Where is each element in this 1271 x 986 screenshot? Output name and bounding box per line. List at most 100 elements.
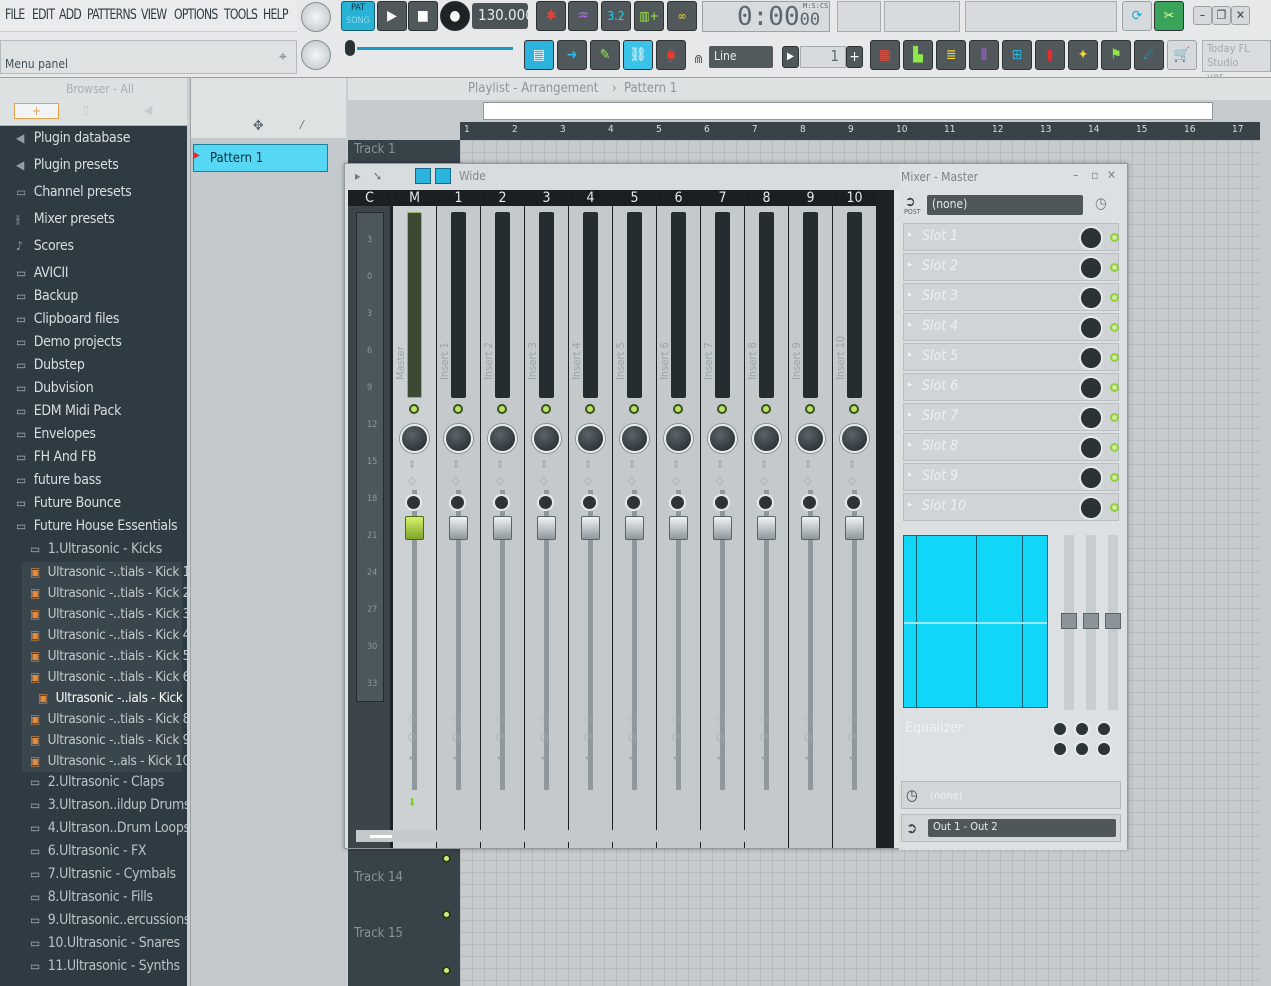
tempo-display[interactable]: 130.000 — [472, 3, 534, 29]
swap-lr-icon[interactable]: ◇ — [804, 474, 812, 487]
wait-input-button[interactable]: ♒ — [568, 1, 598, 31]
stereo-knob[interactable] — [493, 494, 510, 511]
news-panel[interactable]: Today FL Studio ver... — [1202, 40, 1271, 83]
slot-enable-led[interactable] — [1110, 383, 1119, 392]
touch-icon[interactable]: ☄ — [1134, 40, 1164, 70]
record-arm-icon[interactable]: ◌ — [584, 712, 593, 725]
slot-enable-led[interactable] — [1110, 443, 1119, 452]
route-dot-icon[interactable]: • — [848, 752, 854, 765]
effect-slot[interactable]: ▸ Slot 4 — [903, 313, 1119, 341]
draw-tool-button[interactable]: ✎ — [590, 40, 620, 70]
prev-pattern-button[interactable]: ▶ — [782, 46, 799, 68]
record-arm-icon[interactable]: ◌ — [540, 712, 549, 725]
strip-enable-led[interactable] — [717, 404, 727, 414]
effect-slot[interactable]: ▸ Slot 2 — [903, 253, 1119, 281]
slot-enable-led[interactable] — [1110, 473, 1119, 482]
pan-knob[interactable] — [576, 424, 605, 453]
latency-icon[interactable]: ◷ — [452, 730, 461, 743]
slot-enable-led[interactable] — [1110, 263, 1119, 272]
piano-roll-button[interactable]: ➜ — [557, 40, 587, 70]
insert-strip-3[interactable]: 3 Insert 3 ⇕ ◇ ◌ ◷ • — [525, 190, 568, 848]
effect-slot[interactable]: ▸ Slot 10 — [903, 493, 1119, 521]
browser-item[interactable]: ▭ future bass — [16, 472, 102, 494]
slot-mix-knob[interactable] — [1079, 286, 1103, 310]
volume-fader[interactable] — [405, 516, 424, 540]
menu-patterns[interactable]: PATTERNS — [87, 7, 137, 23]
latency-icon[interactable]: ◷ — [496, 730, 505, 743]
stereo-separation-icon[interactable]: ⇕ — [716, 458, 724, 471]
insert-strip-6[interactable]: 6 Insert 6 ⇕ ◇ ◌ ◷ • — [657, 190, 700, 848]
browser-file-icon[interactable]: ▯ — [83, 103, 89, 117]
track-16-led[interactable] — [442, 966, 451, 975]
stop-button[interactable]: ■ — [408, 1, 438, 31]
browser-item[interactable]: ♪ Scores — [16, 238, 74, 260]
restore-window-button[interactable]: ❐ — [1212, 6, 1231, 25]
mixer-view-wide-button[interactable] — [415, 168, 431, 184]
plugin-picker-icon[interactable]: ✂ — [1154, 1, 1184, 31]
route-dot-icon[interactable]: • — [804, 752, 810, 765]
stereo-knob[interactable] — [757, 494, 774, 511]
pan-knob[interactable] — [840, 424, 869, 453]
pan-knob[interactable] — [796, 424, 825, 453]
stereo-separation-icon[interactable]: ⇕ — [496, 458, 504, 471]
snap-select[interactable]: Line — [709, 46, 773, 68]
route-dot-icon[interactable]: • — [496, 752, 502, 765]
stereo-knob[interactable] — [537, 494, 554, 511]
slot-enable-led[interactable] — [1110, 293, 1119, 302]
piano-roll-window-icon[interactable]: ▙ — [903, 40, 933, 70]
browser-item[interactable]: ▭ Clipboard files — [16, 311, 119, 333]
browser-item[interactable]: ▭ 3.Ultrason..ildup Drums — [30, 797, 187, 819]
slot-mix-knob[interactable] — [1079, 346, 1103, 370]
slot-enable-led[interactable] — [1110, 503, 1119, 512]
pan-knob[interactable] — [488, 424, 517, 453]
slot-mix-knob[interactable] — [1079, 316, 1103, 340]
mixer-tool-icon[interactable]: ➘ — [373, 169, 382, 183]
insert-strip-1[interactable]: 1 Insert 1 ⇕ ◇ ◌ ◷ • — [437, 190, 480, 848]
slot-enable-led[interactable] — [1110, 413, 1119, 422]
route-dot-icon[interactable]: • — [408, 752, 414, 765]
output-select[interactable]: Out 1 - Out 2 — [928, 819, 1116, 837]
record-arm-icon[interactable]: ◌ — [804, 712, 813, 725]
macros-icon[interactable]: ⚑ — [1101, 40, 1131, 70]
insert-maximize-icon[interactable]: ▫ — [1091, 168, 1098, 182]
pan-knob[interactable] — [752, 424, 781, 453]
master-strip[interactable]: M Master ⇕ ◇ ◌ ◷ • ⬇ — [393, 190, 436, 848]
effect-slot[interactable]: ▸ Slot 1 — [903, 223, 1119, 251]
plugin-manager-icon[interactable]: ✦ — [1068, 40, 1098, 70]
menu-options[interactable]: OPTIONS — [174, 7, 218, 23]
browser-item[interactable]: ▭ 11.Ultrasonic - Synths — [30, 958, 180, 980]
volume-fader[interactable] — [757, 516, 776, 540]
shop-cart-icon[interactable]: 🛒 — [1167, 40, 1197, 70]
pattern-number[interactable]: 1 — [800, 46, 846, 68]
stereo-separation-icon[interactable]: ⇕ — [540, 458, 548, 471]
route-dot-icon[interactable]: • — [584, 752, 590, 765]
slot-mix-knob[interactable] — [1079, 466, 1103, 490]
volume-fader[interactable] — [581, 516, 600, 540]
pan-knob[interactable] — [664, 424, 693, 453]
latency-icon[interactable]: ◷ — [408, 730, 417, 743]
insert-minimize-icon[interactable]: – — [1073, 168, 1078, 182]
volume-fader[interactable] — [493, 516, 512, 540]
swap-lr-icon[interactable]: ◇ — [496, 474, 504, 487]
latency-icon[interactable]: ◷ — [540, 730, 549, 743]
minimize-window-button[interactable]: – — [1193, 6, 1212, 25]
browser-item[interactable]: ▭ 6.Ultrasonic - FX — [30, 843, 147, 865]
browser-item[interactable]: ▭ Future House Essentials — [16, 518, 178, 540]
metronome-button[interactable]: ✱ — [536, 1, 566, 31]
strip-enable-led[interactable] — [409, 404, 419, 414]
stereo-knob[interactable] — [845, 494, 862, 511]
pan-knob[interactable] — [708, 424, 737, 453]
pan-knob[interactable] — [400, 424, 429, 453]
browser-item[interactable]: ▭ FH And FB — [16, 449, 97, 471]
stereo-knob[interactable] — [449, 494, 466, 511]
browser-item[interactable]: ▭ AVICII — [16, 265, 68, 287]
slot-mix-knob[interactable] — [1079, 256, 1103, 280]
stereo-knob[interactable] — [801, 494, 818, 511]
latency-icon[interactable]: ◷ — [760, 730, 769, 743]
insert-strip-2[interactable]: 2 Insert 2 ⇕ ◇ ◌ ◷ • — [481, 190, 524, 848]
swap-lr-icon[interactable]: ◇ — [672, 474, 680, 487]
browser-item[interactable]: ▭ Backup — [16, 288, 78, 310]
effect-slot[interactable]: ▸ Slot 3 — [903, 283, 1119, 311]
mixer-scroll-thumb[interactable] — [370, 835, 392, 838]
slot-mix-knob[interactable] — [1079, 406, 1103, 430]
